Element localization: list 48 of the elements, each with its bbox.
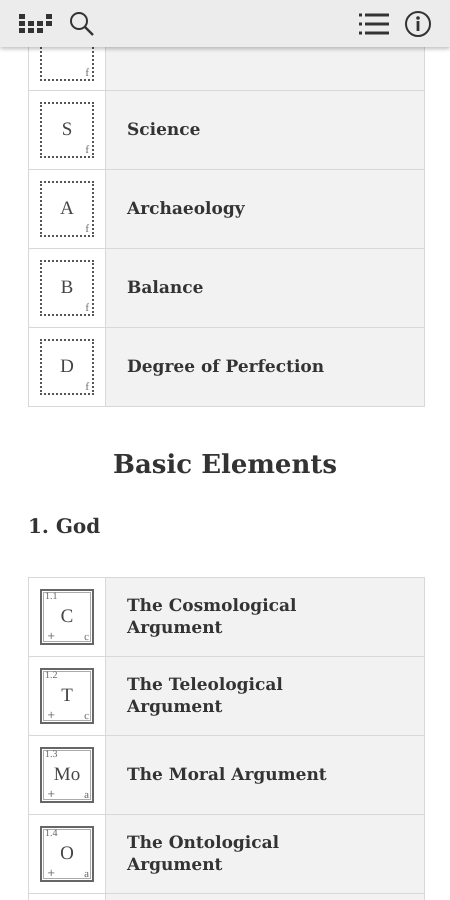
tile-number: 1.2 [45, 670, 58, 682]
tile-sign: + [47, 789, 56, 800]
list-item[interactable]: Science [106, 91, 424, 169]
tile[interactable]: f [40, 47, 94, 81]
list-item[interactable]: The Teleological Argument [106, 657, 424, 736]
tile-letter: c [84, 710, 89, 722]
grid-icon[interactable] [18, 12, 54, 36]
tile-letter: a [84, 868, 89, 880]
subsection-title: 1. God [28, 513, 102, 540]
tile[interactable]: 1.2 T + c [40, 668, 94, 724]
tile-letter: f [85, 67, 89, 79]
tile-sign: + [47, 868, 56, 880]
list-item[interactable]: Balance [106, 249, 424, 327]
list-item[interactable]: The Cosmological Argument [106, 578, 424, 656]
tile-symbol: T [61, 685, 73, 708]
tile[interactable]: 1.3 Mo + a [40, 747, 94, 804]
tile[interactable]: 1.1 C + c [40, 589, 94, 646]
tile-number: 1.3 [45, 749, 58, 760]
tile-symbol: B [60, 277, 74, 299]
tile-symbol: S [62, 119, 72, 141]
tile-symbol: Mo [54, 764, 80, 786]
tile-letter: f [85, 223, 89, 235]
tile-sign: + [47, 710, 56, 722]
tile-symbol: A [60, 198, 74, 220]
list-icon[interactable] [358, 12, 390, 36]
info-icon[interactable] [404, 10, 432, 38]
tile[interactable]: S f [40, 102, 94, 158]
list-item[interactable]: The Moral Argument [106, 736, 424, 814]
tile-symbol: O [60, 843, 74, 866]
tile[interactable]: A f [40, 181, 94, 237]
list-item[interactable]: The Ontological Argument [106, 815, 424, 894]
tile[interactable]: D f [40, 339, 94, 395]
search-icon[interactable] [68, 10, 96, 38]
tile-symbol: D [60, 356, 74, 378]
list-item[interactable]: Degree of Perfection [106, 328, 424, 406]
tile-letter: f [85, 381, 89, 393]
tile-sign: + [47, 631, 56, 642]
tile-number: 1.4 [45, 828, 58, 840]
tile[interactable]: 1.4 O + a [40, 826, 94, 882]
tile-letter: a [84, 789, 89, 802]
list-item[interactable]: Archaeology [106, 170, 424, 248]
tile-letter: f [85, 144, 89, 156]
tile-number: 1.1 [45, 591, 58, 602]
tile-letter: f [85, 302, 89, 314]
tile-letter: c [84, 631, 89, 644]
tile-symbol: C [60, 606, 74, 628]
section-title: Basic Elements [112, 449, 338, 482]
tile[interactable]: B f [40, 260, 94, 316]
